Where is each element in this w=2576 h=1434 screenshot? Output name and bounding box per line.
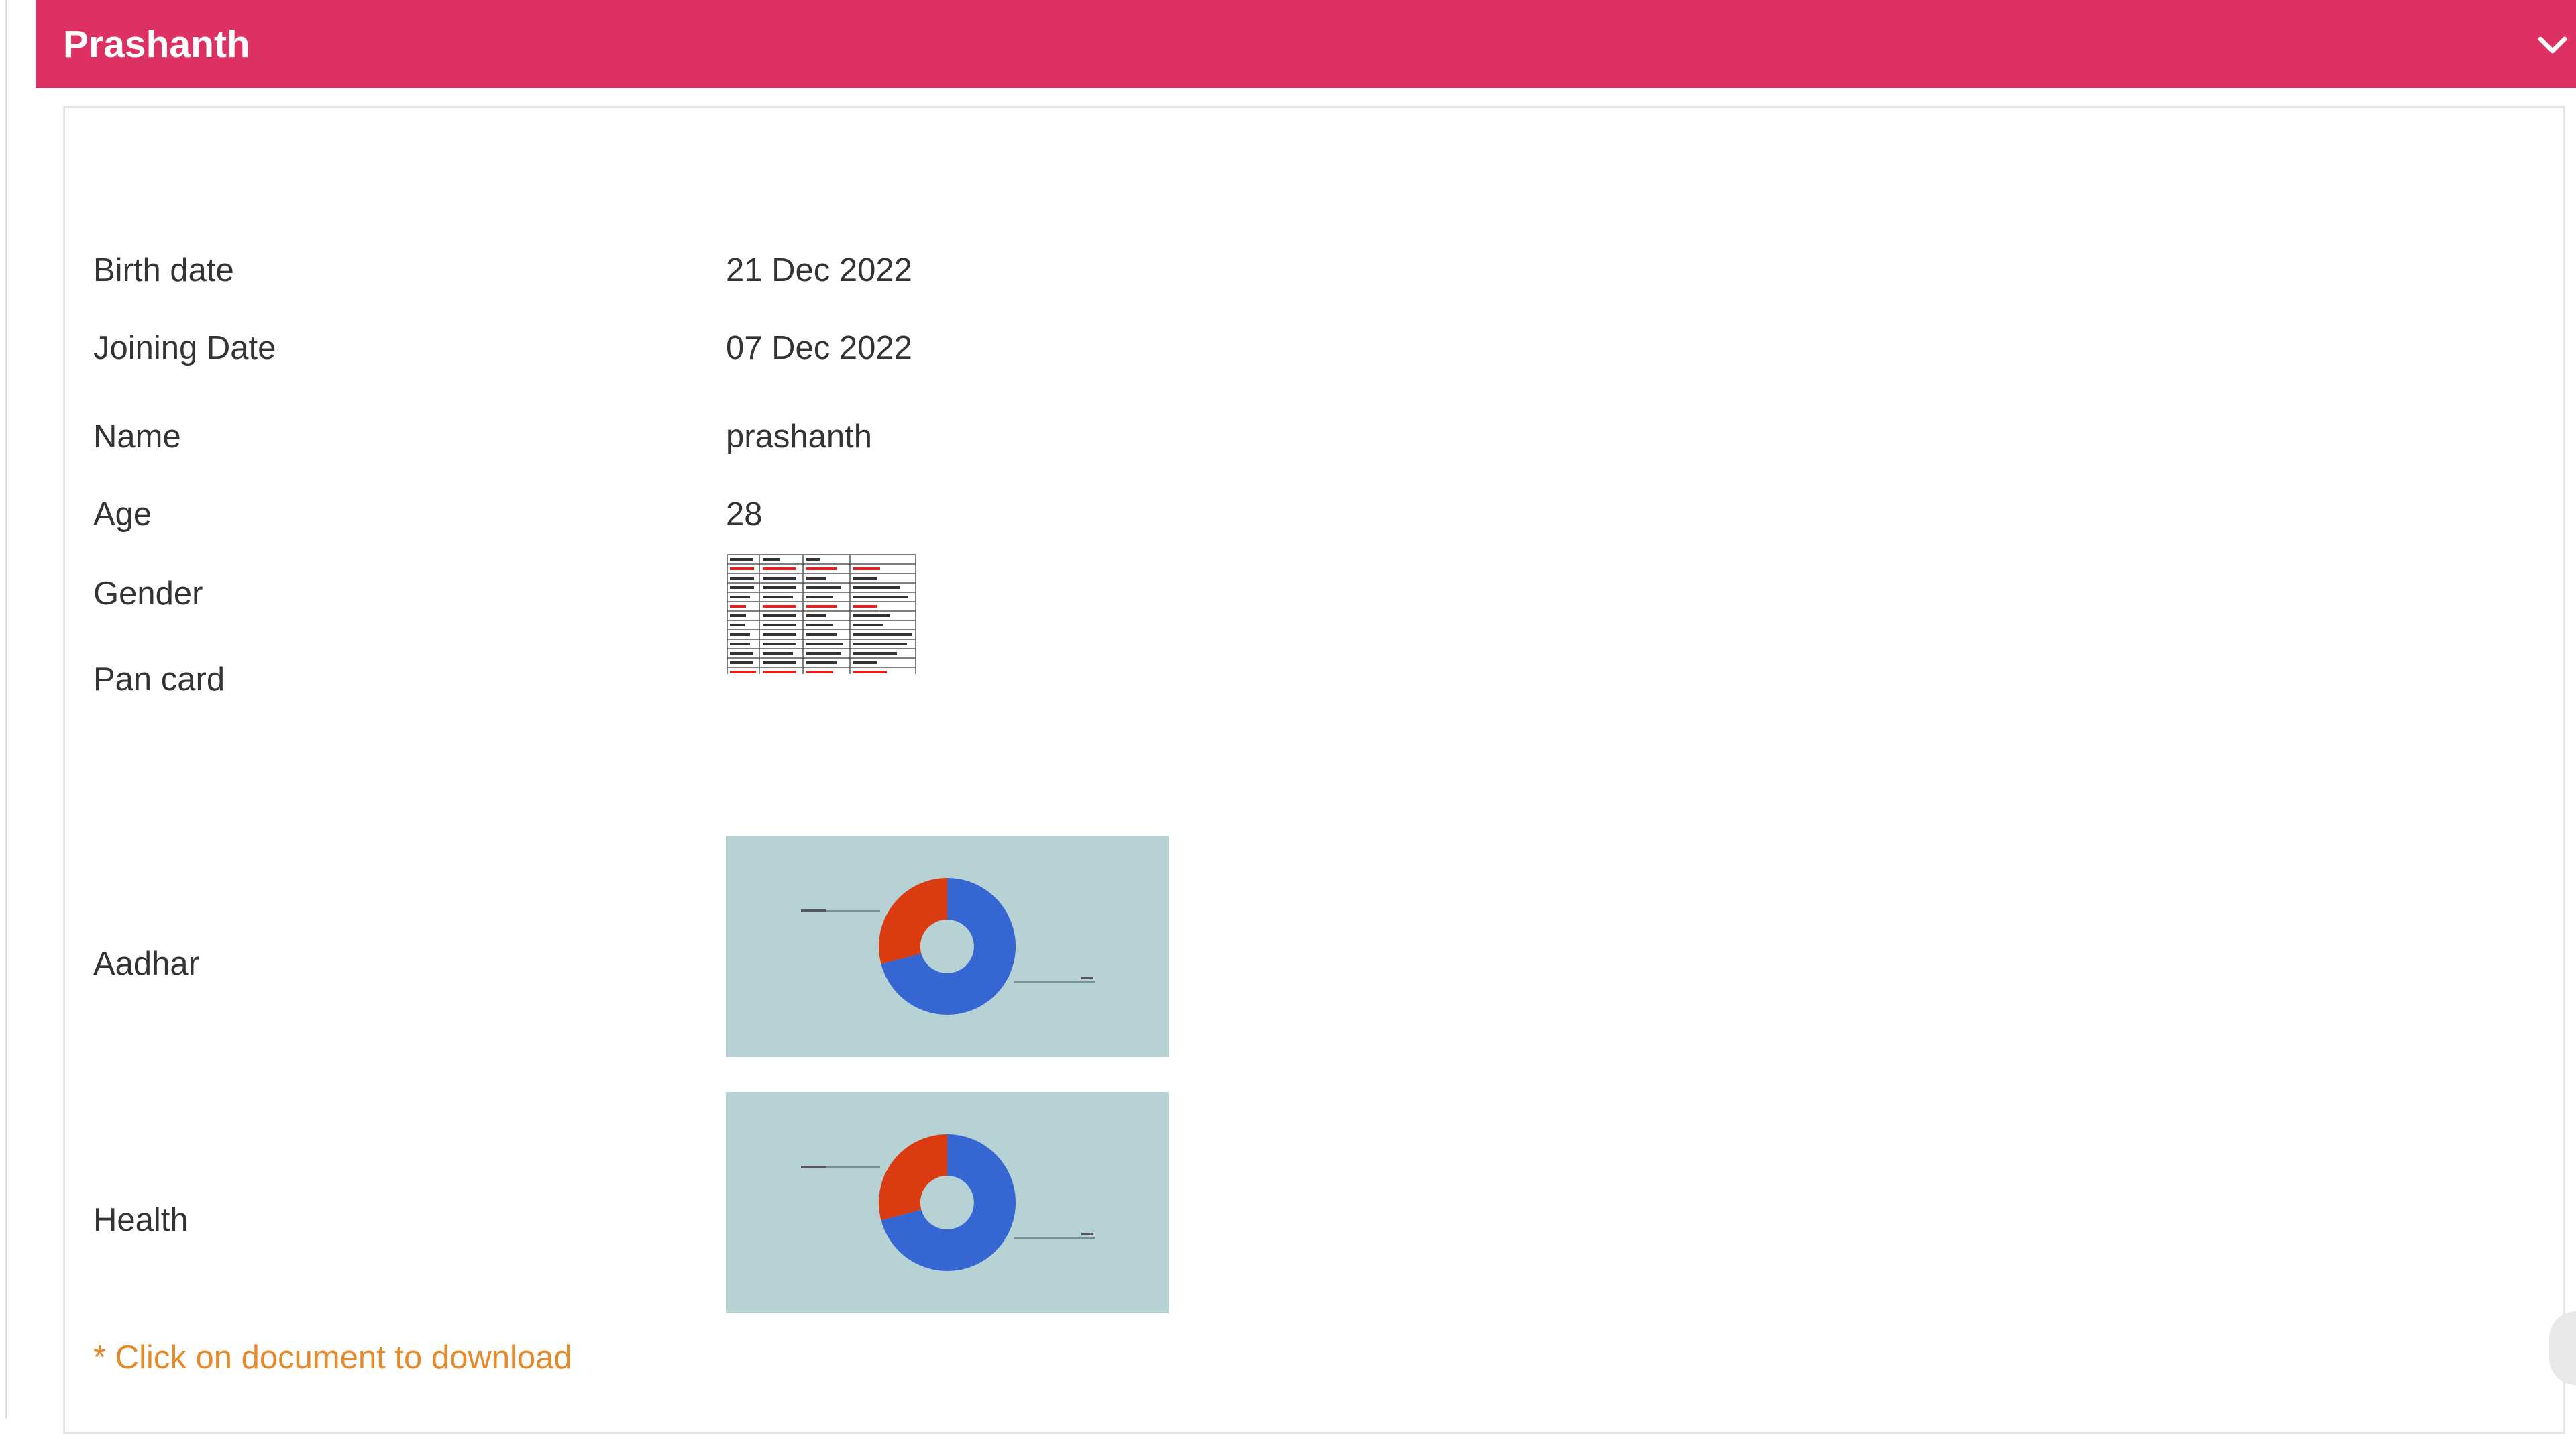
details-box: Birth date 21 Dec 2022 Joining Date 07 D… [63,106,2565,1434]
employee-panel: Prashanth Birth date 21 Dec 2022 Joining… [36,0,2576,1434]
panel-header[interactable]: Prashanth [36,0,2576,88]
panel-title: Prashanth [63,23,250,66]
age-label: Age [93,496,152,533]
name-label: Name [93,419,181,455]
pan-card-label: Pan card [93,661,225,698]
age-value: 28 [726,496,763,533]
donut-chart-image [726,1092,1169,1313]
birth-date-value: 21 Dec 2022 [726,252,912,288]
chevron-down-icon[interactable] [2534,27,2571,63]
health-label: Health [93,1202,189,1238]
birth-date-label: Birth date [93,252,234,288]
pan-card-thumbnail[interactable] [726,552,917,676]
joining-date-value: 07 Dec 2022 [726,330,912,366]
gender-label: Gender [93,575,203,612]
aadhar-label: Aadhar [93,946,200,982]
aadhar-thumbnail[interactable] [726,836,1169,1057]
spreadsheet-image [726,552,917,676]
joining-date-label: Joining Date [93,330,276,366]
page-left-border [5,0,7,1419]
download-note: * Click on document to download [93,1339,572,1376]
health-thumbnail[interactable] [726,1092,1169,1313]
donut-chart-image [726,836,1169,1057]
name-value: prashanth [726,419,872,455]
